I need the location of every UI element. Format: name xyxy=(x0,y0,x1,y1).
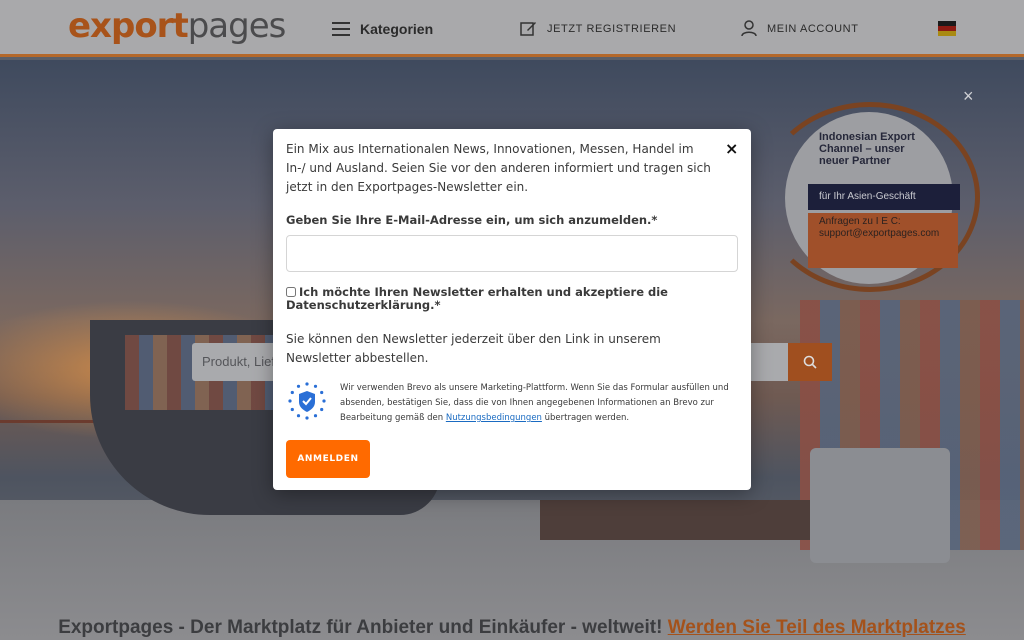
brevo-disclaimer-end: übertragen werden. xyxy=(544,413,630,423)
email-input[interactable] xyxy=(286,235,738,272)
eu-shield-badge-icon xyxy=(288,382,326,420)
brevo-disclaimer: Wir verwenden Brevo als unsere Marketing… xyxy=(340,381,730,426)
newsletter-modal: × Ein Mix aus Internationalen News, Inno… xyxy=(273,129,751,490)
terms-link[interactable]: Nutzungsbedingungen xyxy=(446,413,542,423)
consent-label: Ich möchte Ihren Newsletter erhalten und… xyxy=(286,285,668,312)
newsletter-intro: Ein Mix aus Internationalen News, Innova… xyxy=(286,142,711,194)
subscribe-button[interactable]: ANMELDEN xyxy=(286,440,370,478)
consent-checkbox[interactable] xyxy=(286,287,296,297)
consent-row: Ich möchte Ihren Newsletter erhalten und… xyxy=(286,286,726,312)
email-label: Geben Sie Ihre E-Mail-Adresse ein, um si… xyxy=(286,213,658,227)
unsubscribe-note: Sie können den Newsletter jederzeit über… xyxy=(286,332,661,365)
modal-close-icon[interactable]: × xyxy=(725,139,738,158)
